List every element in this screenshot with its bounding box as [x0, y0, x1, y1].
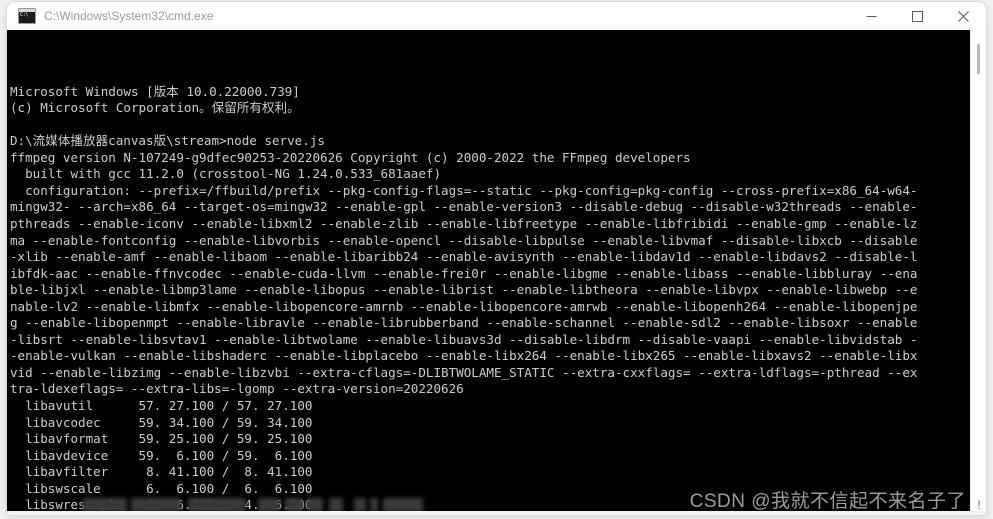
- title-bar-left: C:\Windows\System32\cmd.exe: [7, 8, 848, 24]
- close-button[interactable]: [940, 2, 986, 30]
- minimize-button[interactable]: [848, 2, 894, 30]
- console-line: (c) Microsoft Corporation。保留所有权利。: [10, 100, 300, 116]
- scrollbar-thumb[interactable]: [977, 44, 980, 74]
- maximize-button[interactable]: [894, 2, 940, 30]
- scrollbar-bottom-marker: !: [977, 498, 981, 512]
- console-line: built with gcc 11.2.0 (crosstool-NG 1.24…: [10, 166, 442, 182]
- console-line: mingw32- --arch=x86_64 --target-os=mingw…: [10, 199, 918, 215]
- console-line: libavfilter 8. 41.100 / 8. 41.100: [10, 464, 313, 480]
- console-line: nable-lv2 --enable-libmfx --enable-libop…: [10, 298, 918, 314]
- console-line: ma --enable-fontconfig --enable-libvorbi…: [10, 232, 918, 248]
- cmd-icon: [18, 8, 36, 24]
- console-line: Microsoft Windows [版本 10.0.22000.739]: [10, 83, 300, 99]
- title-bar[interactable]: C:\Windows\System32\cmd.exe: [7, 2, 986, 30]
- window-bottom-edge: [7, 511, 986, 515]
- cmd-window: C:\Windows\System32\cmd.exe Microsoft Wi…: [7, 2, 986, 515]
- console-line: libavdevice 59. 6.100 / 59. 6.100: [10, 447, 313, 463]
- console-output[interactable]: Microsoft Windows [版本 10.0.22000.739] (c)…: [7, 30, 970, 515]
- console-area: Microsoft Windows [版本 10.0.22000.739] (c)…: [7, 30, 986, 515]
- console-line: libavformat 59. 25.100 / 59. 25.100: [10, 431, 313, 447]
- console-line: g --enable-libopenmpt --enable-libravle …: [10, 315, 918, 331]
- window-title: C:\Windows\System32\cmd.exe: [44, 9, 214, 23]
- console-line: configuration: --prefix=/ffbuild/prefix …: [10, 182, 918, 198]
- console-line: ffmpeg version N-107249-g9dfec90253-2022…: [10, 149, 691, 165]
- console-line: tra-ldexeflags= --extra-libs=-lgomp --ex…: [10, 381, 464, 397]
- console-line: -xlib --enable-amf --enable-libaom --ena…: [10, 249, 918, 265]
- window-controls: [848, 2, 986, 30]
- console-line: D:\流媒体播放器canvas版\stream>node serve.js: [10, 133, 325, 149]
- console-line: libswscale 6. 6.100 / 6. 6.100: [10, 480, 313, 496]
- vertical-scrollbar[interactable]: !: [970, 30, 986, 515]
- console-line: ble-libjxl --enable-libmp3lame --enable-…: [10, 282, 918, 298]
- console-line: libavutil 57. 27.100 / 57. 27.100: [10, 398, 313, 414]
- console-line: libavcodec 59. 34.100 / 59. 34.100: [10, 414, 313, 430]
- console-line: pthreads --enable-iconv --enable-libxml2…: [10, 216, 918, 232]
- console-line: -enable-vulkan --enable-libshaderc --ena…: [10, 348, 918, 364]
- console-line: vid --enable-libzimg --enable-libzvbi --…: [10, 364, 918, 380]
- console-line: ibfdk-aac --enable-ffnvcodec --enable-cu…: [10, 265, 918, 281]
- console-line: -libsrt --enable-libsvtav1 --enable-libt…: [10, 331, 918, 347]
